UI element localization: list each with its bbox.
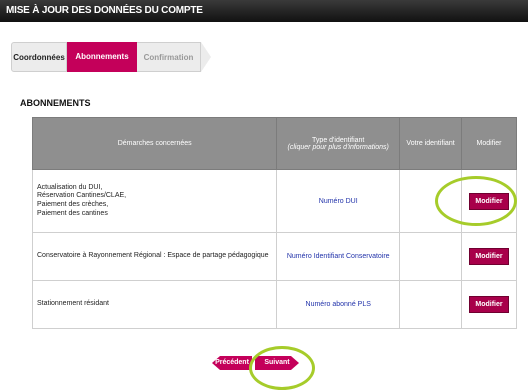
modifier-button[interactable]: Modifier	[469, 248, 509, 265]
demarches-cell: Actualisation du DUI, Réservation Cantin…	[31, 169, 278, 233]
previous-button[interactable]: Précédent	[212, 356, 252, 370]
section-title: ABONNEMENTS	[20, 98, 91, 108]
next-button[interactable]: Suivant	[255, 356, 299, 370]
header-votre-identifiant: Votre identifiant	[399, 117, 462, 170]
header-type-identifiant: Type d'identifiant (cliquer pour plus d'…	[276, 117, 401, 170]
identifiant-cell	[399, 280, 462, 329]
step-confirmation: Confirmation	[137, 42, 201, 72]
table-row: Actualisation du DUI, Réservation Cantin…	[31, 169, 517, 233]
header-type-hint: (cliquer pour plus d'informations)	[287, 143, 389, 151]
demarche-line: Paiement des cantines	[37, 209, 108, 217]
modifier-cell: Modifier	[461, 169, 517, 233]
page-header-bar: MISE À JOUR DES DONNÉES DU COMPTE	[0, 0, 528, 22]
header-type-label: Type d'identifiant	[312, 136, 365, 144]
step-abonnements[interactable]: Abonnements	[67, 42, 137, 72]
identifiant-cell	[399, 169, 462, 233]
header-demarches: Démarches concernées	[31, 117, 278, 170]
demarche-line: Paiement des crèches,	[37, 201, 109, 208]
page-title: MISE À JOUR DES DONNÉES DU COMPTE	[6, 5, 203, 16]
identifiant-cell	[399, 232, 462, 281]
subscriptions-table: Démarches concernées Type d'identifiant …	[31, 117, 517, 329]
type-link[interactable]: Numéro abonné PLS	[276, 280, 401, 329]
table-row: Conservatoire à Rayonnement Régional : E…	[31, 232, 517, 281]
header-modifier: Modifier	[461, 117, 517, 170]
modifier-button[interactable]: Modifier	[469, 296, 509, 313]
table-header-row: Démarches concernées Type d'identifiant …	[31, 117, 517, 170]
type-link[interactable]: Numéro DUI	[276, 169, 401, 233]
table-row: Stationnement résidant Numéro abonné PLS…	[31, 280, 517, 329]
step-arrow	[201, 42, 211, 72]
modifier-cell: Modifier	[461, 232, 517, 281]
modifier-button[interactable]: Modifier	[469, 192, 509, 210]
demarches-cell: Stationnement résidant	[31, 280, 278, 329]
demarche-line: Actualisation du DUI,	[37, 183, 103, 191]
demarches-cell: Conservatoire à Rayonnement Régional : E…	[31, 232, 278, 281]
demarche-line: Réservation Cantines/CLAE,	[37, 192, 127, 200]
step-coordonnees[interactable]: Coordonnées	[11, 42, 67, 72]
type-link[interactable]: Numéro Identifiant Conservatoire	[276, 232, 401, 281]
modifier-cell: Modifier	[461, 280, 517, 329]
